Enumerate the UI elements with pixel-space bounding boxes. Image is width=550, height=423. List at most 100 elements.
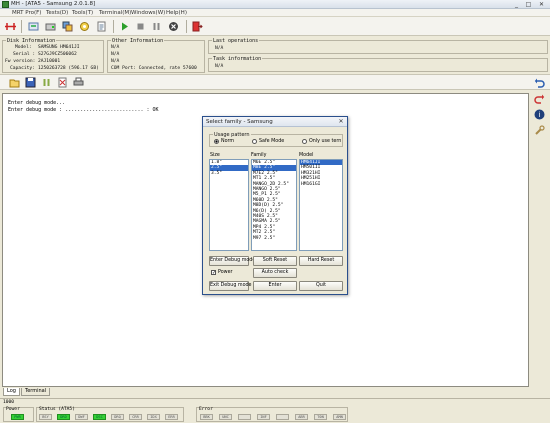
modules-icon[interactable]: [61, 20, 74, 33]
usage-pattern-group: Usage pattern Norm Safe Mode Only use te…: [209, 132, 343, 147]
power-checkbox-box: ✓: [211, 270, 217, 276]
menu-bar: MRT Pro(F) Tests(D) Tools(T) Terminal(M)…: [0, 9, 550, 17]
error-title: Error: [199, 407, 213, 412]
capacity-label: Capacity:: [10, 66, 35, 71]
status-led-dsc: DSC: [93, 414, 106, 420]
hard-reset-button[interactable]: Hard Reset: [299, 256, 343, 266]
rom-icon[interactable]: [78, 20, 91, 33]
menu-tools[interactable]: Tools(T): [72, 10, 93, 16]
power-checkbox-label: Power: [218, 270, 233, 275]
family-item[interactable]: M97 2.5": [252, 236, 296, 241]
status-led-crr: CRR: [129, 414, 142, 420]
fw-version-value: 2AJ10001: [38, 59, 61, 64]
menu-terminal[interactable]: Terminal(M): [99, 10, 131, 16]
other-information-title: Other Information: [111, 38, 165, 44]
status-title: Status (ATA5): [39, 407, 75, 412]
reset-icon[interactable]: [27, 20, 40, 33]
radio-safe-mode-label: Safe Mode: [259, 139, 285, 144]
disk-information-title: Disk Information: [6, 38, 57, 44]
drive-icon[interactable]: [44, 20, 57, 33]
console-line: Enter debug mode...: [8, 100, 66, 106]
undo-icon[interactable]: [533, 76, 546, 89]
last-operations-title: Last operations: [212, 38, 260, 44]
open-icon[interactable]: [8, 76, 21, 89]
svg-text:i: i: [539, 111, 541, 119]
error-led-amn: AMN: [333, 414, 346, 420]
soft-reset-button[interactable]: Soft Reset: [253, 256, 297, 266]
dialog-title-bar: Select family - Samsung ✕: [203, 117, 347, 127]
error-led-bbk: BBK: [200, 414, 213, 420]
menu-mrt-pro[interactable]: MRT Pro(F): [12, 10, 41, 16]
quit-button[interactable]: Quit: [299, 281, 343, 291]
model-item[interactable]: HM161GI: [300, 182, 342, 187]
status-led-drq: DRQ: [111, 414, 124, 420]
radio-norm[interactable]: Norm: [214, 139, 234, 144]
enter-debug-mode-button[interactable]: Enter Debug mode: [209, 256, 255, 266]
radio-norm-label: Norm: [221, 139, 235, 144]
other-info-line-3: N/A: [111, 59, 120, 64]
info-icon[interactable]: [95, 20, 108, 33]
auto-check-button[interactable]: Auto check: [253, 268, 297, 278]
power-checkbox[interactable]: ✓ Power: [211, 270, 233, 276]
size-header: Size: [210, 153, 220, 158]
other-information-group: Other Information N/A N/A N/A COM Port: …: [107, 38, 205, 73]
menu-windows[interactable]: Windows(W): [131, 10, 165, 16]
disconnect-icon[interactable]: [4, 20, 17, 33]
last-operations-value: N/A: [215, 46, 224, 51]
menu-tests[interactable]: Tests(D): [46, 10, 68, 16]
exit-icon[interactable]: [191, 20, 204, 33]
stop-icon[interactable]: [134, 20, 147, 33]
run-icon[interactable]: [118, 20, 131, 33]
status-panel: Power PWR Status (ATA5) BSY DRD DWF DSC …: [0, 405, 550, 423]
status-line: 1000: [0, 398, 550, 405]
exit-debug-mode-button[interactable]: Exit Debug mode: [209, 281, 252, 291]
power-led: PWR: [11, 414, 24, 420]
select-family-dialog: Select family - Samsung ✕ Usage pattern …: [202, 116, 348, 295]
error-led-inf: INF: [257, 414, 270, 420]
enter-button[interactable]: Enter: [253, 281, 297, 291]
radio-safe-mode[interactable]: Safe Mode: [252, 139, 284, 144]
help-icon[interactable]: i: [533, 108, 546, 121]
other-info-line-2: N/A: [111, 52, 120, 57]
status-led-bsy: BSY: [39, 414, 52, 420]
task-information-title: Task information: [212, 56, 263, 62]
tab-log[interactable]: Log: [3, 388, 20, 396]
main-toolbar: [0, 17, 550, 36]
pause-log-icon[interactable]: [40, 76, 53, 89]
dialog-close-button[interactable]: ✕: [337, 118, 345, 125]
tools-icon[interactable]: [533, 124, 546, 137]
disk-information-group: Disk Information Model: SAMSUNG HM641JI …: [2, 38, 104, 73]
status-led-err: ERR: [165, 414, 178, 420]
radio-only-use-tern[interactable]: Only use tern: [302, 139, 341, 144]
usage-pattern-label: Usage pattern: [213, 132, 251, 138]
redo-icon[interactable]: [533, 92, 546, 105]
tab-bar: Log Terminal: [0, 388, 550, 397]
com-port-status: COM Port: Connected, rate 57600: [111, 66, 197, 71]
status-led-dwf: DWF: [75, 414, 88, 420]
radio-only-use-tern-label: Only use tern: [309, 139, 342, 144]
save-icon[interactable]: [24, 76, 37, 89]
clear-log-icon[interactable]: [56, 76, 69, 89]
minimize-button[interactable]: _: [512, 1, 521, 8]
log-toolbar: [0, 74, 550, 90]
error-led-blank: [276, 414, 289, 420]
cancel-icon[interactable]: [167, 20, 180, 33]
dialog-title: Select family - Samsung: [206, 119, 273, 125]
family-list[interactable]: M6E 2.5" M8E 2.5" M7E2 2.5" MT1 2.5" MAN…: [251, 159, 297, 251]
error-led-t0n: T0N: [314, 414, 327, 420]
maximize-button[interactable]: □: [524, 1, 533, 8]
tab-terminal[interactable]: Terminal: [21, 388, 51, 396]
error-led-abr: ABR: [295, 414, 308, 420]
fw-version-label: Fw version:: [5, 59, 36, 64]
power-title: Power: [6, 407, 20, 412]
serial-value: S27GJ9CZ506062: [38, 52, 77, 57]
model-list[interactable]: HM641JI HM501II HM321HI HM251HI HM161GI: [299, 159, 343, 251]
radio-norm-indicator: [214, 139, 219, 144]
print-icon[interactable]: [72, 76, 85, 89]
size-item[interactable]: 3.5": [210, 171, 248, 176]
size-list[interactable]: 1.8" 2.5" 3.5": [209, 159, 249, 251]
pause-icon[interactable]: [150, 20, 163, 33]
radio-only-use-tern-indicator: [302, 139, 307, 144]
close-button[interactable]: ✕: [537, 1, 546, 8]
menu-help[interactable]: Help(H): [166, 10, 187, 16]
